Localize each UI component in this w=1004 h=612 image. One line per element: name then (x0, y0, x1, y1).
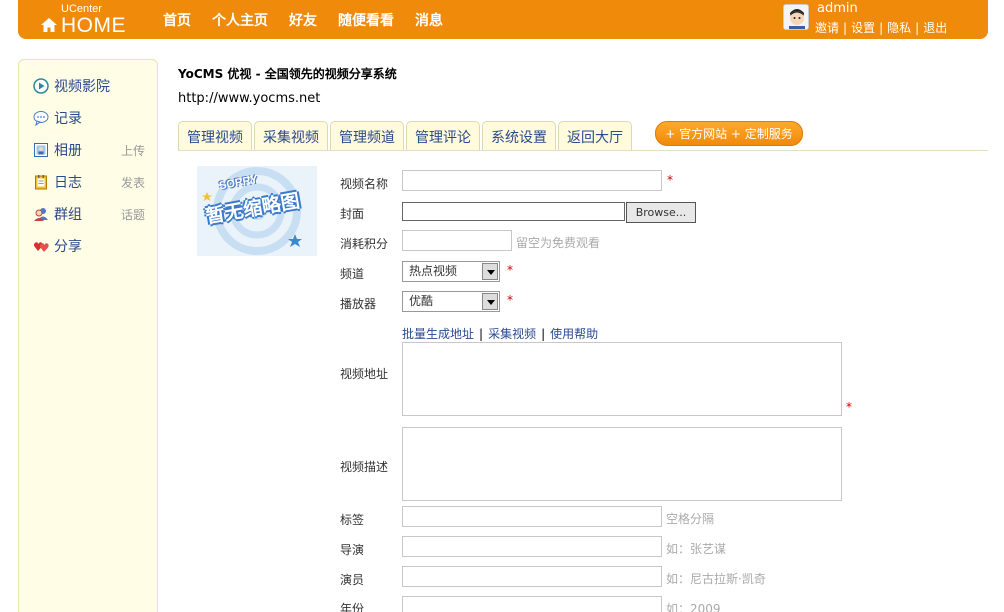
topic-link[interactable]: 话题 (121, 206, 145, 223)
player-label: 播放器 (340, 297, 377, 311)
nav-profile[interactable]: 个人主页 (212, 10, 268, 30)
required-mark: * (846, 400, 852, 414)
cover-file-input[interactable] (402, 202, 625, 221)
notebook-icon (35, 175, 47, 190)
browse-button[interactable]: Browse... (626, 202, 696, 223)
logo-big-text: HOME (61, 14, 126, 37)
invite-link[interactable]: 邀请 (815, 21, 839, 35)
actors-hint: 如：尼古拉斯·凯奇 (666, 572, 766, 586)
play-icon (33, 78, 49, 94)
nav-friends[interactable]: 好友 (289, 10, 317, 30)
avatar-face-icon (784, 5, 808, 29)
main-nav: 首页 个人主页 好友 随便看看 消息 (163, 10, 443, 30)
tab-back-to-hall[interactable]: 返回大厅 (558, 121, 632, 151)
tags-label: 标签 (340, 513, 365, 527)
channel-label: 频道 (340, 267, 365, 281)
tags-input[interactable] (402, 506, 662, 527)
video-desc-label: 视频描述 (340, 460, 389, 474)
sidebar-item-album[interactable]: 相册 上传 (33, 140, 145, 160)
top-header: UCenter HOME 首页 个人主页 好友 随便看看 消息 admin 邀请… (18, 0, 988, 39)
tab-manage-comments[interactable]: 管理评论 (406, 121, 480, 151)
sidebar-item-label: 视频影院 (54, 79, 110, 95)
channel-select[interactable]: 热点视频 (402, 261, 500, 282)
year-hint: 如：2009 (666, 602, 721, 612)
year-label: 年份 (340, 602, 365, 612)
user-links: 邀请 | 设置 | 隐私 | 退出 (815, 21, 948, 35)
sidebar-item-label: 分享 (54, 239, 82, 255)
sidebar-item-share[interactable]: 分享 (33, 236, 145, 256)
sidebar-item-record[interactable]: 记录 (33, 108, 145, 128)
no-thumbnail-image: SORRY 暂无缩略图 (197, 166, 317, 256)
admin-tabs: 管理视频 采集视频 管理频道 管理评论 系统设置 返回大厅 (178, 121, 632, 151)
tab-divider (178, 150, 988, 151)
sidebar-item-label: 相册 (54, 143, 82, 159)
player-select[interactable]: 优酷 (402, 291, 500, 312)
director-hint: 如：张艺谋 (666, 542, 727, 556)
video-name-input[interactable] (402, 170, 662, 191)
cover-label: 封面 (340, 207, 365, 221)
hearts-icon (33, 242, 49, 252)
year-input[interactable] (402, 596, 662, 612)
tab-manage-videos[interactable]: 管理视频 (178, 121, 252, 151)
tab-system-settings[interactable]: 系统设置 (482, 121, 556, 151)
director-label: 导演 (340, 543, 365, 557)
sidebar: 视频影院 记录 相册 上传 日志 发表 群组 话题 分享 (18, 59, 158, 612)
sidebar-item-label: 记录 (54, 111, 82, 127)
sidebar-item-label: 群组 (54, 207, 82, 223)
upload-link[interactable]: 上传 (121, 142, 145, 159)
nav-explore[interactable]: 随便看看 (338, 10, 394, 30)
video-helper-links: 批量生成地址 | 采集视频 | 使用帮助 (402, 327, 599, 341)
speech-bubble-icon (33, 111, 49, 126)
points-label: 消耗积分 (340, 237, 389, 251)
required-mark: * (667, 173, 673, 187)
video-desc-textarea[interactable] (402, 427, 842, 501)
chevron-down-icon (482, 263, 498, 280)
sidebar-item-label: 日志 (54, 175, 82, 191)
actors-label: 演员 (340, 573, 365, 587)
tab-collect-videos[interactable]: 采集视频 (254, 121, 328, 151)
collect-video-link[interactable]: 采集视频 (488, 327, 536, 341)
points-hint: 留空为免费观看 (516, 236, 601, 250)
sidebar-item-blog[interactable]: 日志 发表 (33, 172, 145, 192)
sidebar-item-video[interactable]: 视频影院 (33, 76, 145, 96)
user-avatar[interactable] (783, 4, 809, 30)
tab-manage-channels[interactable]: 管理频道 (330, 121, 404, 151)
privacy-link[interactable]: 隐私 (887, 21, 911, 35)
home-icon (41, 18, 57, 32)
site-url: http://www.yocms.net (178, 91, 321, 106)
user-name[interactable]: admin (817, 1, 858, 16)
logout-link[interactable]: 退出 (923, 21, 947, 35)
photo-icon (34, 143, 48, 157)
batch-generate-link[interactable]: 批量生成地址 (402, 327, 474, 341)
official-site-button[interactable]: + 官方网站 + 定制服务 (655, 121, 803, 146)
publish-link[interactable]: 发表 (121, 174, 145, 191)
sidebar-item-group[interactable]: 群组 话题 (33, 204, 145, 224)
settings-link[interactable]: 设置 (851, 21, 875, 35)
chevron-down-icon (482, 293, 498, 310)
required-mark: * (507, 293, 513, 307)
nav-messages[interactable]: 消息 (415, 10, 443, 30)
tags-hint: 空格分隔 (666, 512, 715, 526)
nav-home[interactable]: 首页 (163, 10, 191, 30)
video-url-textarea[interactable] (402, 342, 842, 416)
player-select-value: 优酷 (409, 294, 434, 308)
required-mark: * (507, 263, 513, 277)
video-name-label: 视频名称 (340, 177, 389, 191)
director-input[interactable] (402, 536, 662, 557)
site-title: YoCMS 优视 - 全国领先的视频分享系统 (178, 67, 397, 81)
video-url-label: 视频地址 (340, 367, 389, 381)
help-link[interactable]: 使用帮助 (550, 327, 598, 341)
channel-select-value: 热点视频 (409, 264, 458, 278)
group-icon (34, 208, 48, 221)
actors-input[interactable] (402, 566, 662, 587)
points-input[interactable] (402, 230, 512, 251)
